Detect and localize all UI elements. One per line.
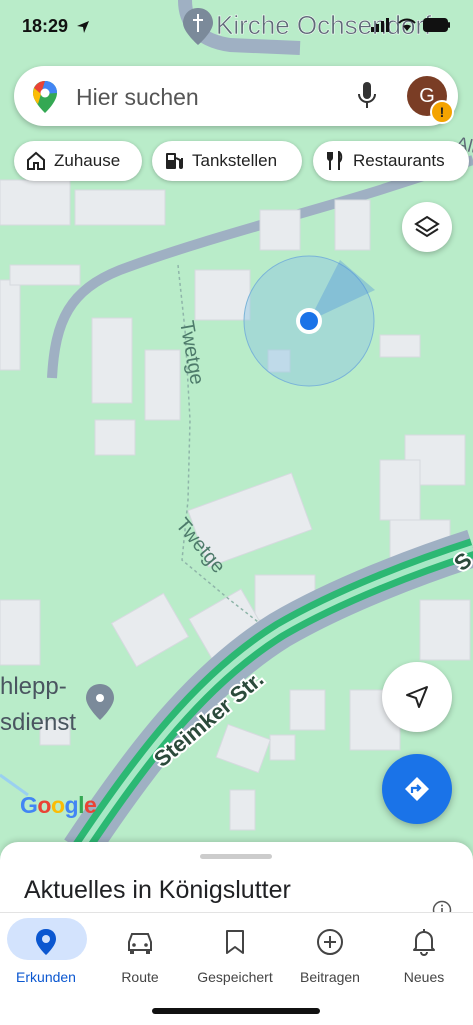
home-indicator[interactable] [152, 1008, 320, 1014]
bottom-sheet[interactable]: Aktuelles in Königslutter [0, 842, 473, 922]
tab-label: Erkunden [16, 969, 76, 985]
home-icon [27, 151, 45, 170]
google-logo: Google [20, 792, 97, 818]
my-location-button[interactable] [382, 662, 452, 732]
location-arrow-icon [77, 21, 89, 33]
chip-label: Zuhause [54, 151, 121, 170]
location-pin-icon [36, 929, 56, 955]
warning-badge: ! [430, 100, 454, 124]
sheet-title: Aktuelles in Königslutter [24, 876, 291, 904]
add-circle-icon [317, 929, 343, 955]
tab-label: Gespeichert [197, 969, 273, 985]
battery-icon [423, 18, 450, 32]
search-bar[interactable]: Hier suchen G ! [14, 66, 458, 126]
car-icon [128, 933, 152, 954]
status-bar: 18:29 [0, 0, 473, 56]
maps-pin-logo-icon [33, 81, 57, 113]
search-input[interactable]: Hier suchen [76, 84, 199, 111]
chip-restaurants[interactable]: Restaurants [313, 141, 469, 181]
sheet-handle[interactable] [200, 854, 272, 859]
chip-tankstellen[interactable]: Tankstellen [152, 141, 302, 181]
chip-label: Restaurants [353, 151, 445, 170]
poi-label-line1: hlepp- [0, 673, 67, 700]
restaurant-icon [327, 151, 343, 170]
bell-icon [413, 929, 435, 956]
tab-neues[interactable]: Neues [379, 921, 469, 985]
microphone-icon[interactable] [357, 81, 377, 111]
navigation-arrow-icon [406, 686, 428, 708]
tab-label: Neues [403, 969, 445, 985]
directions-icon [405, 777, 429, 801]
poi-label-line2: sdienst [0, 709, 76, 736]
chip-label: Tankstellen [192, 151, 278, 170]
tab-gespeichert[interactable]: Gespeichert [190, 921, 280, 985]
bookmark-icon [226, 930, 244, 954]
tab-label: Route [121, 969, 159, 985]
layers-icon [414, 215, 440, 238]
layers-button[interactable] [402, 202, 452, 252]
tab-route[interactable]: Route [95, 921, 185, 985]
directions-button[interactable] [382, 754, 452, 824]
tab-erkunden[interactable]: Erkunden [1, 921, 91, 985]
tab-label: Beitragen [300, 969, 360, 985]
wifi-icon [398, 18, 416, 31]
status-time: 18:29 [22, 16, 69, 36]
gas-station-icon [166, 153, 183, 169]
chip-zuhause[interactable]: Zuhause [14, 141, 142, 181]
signal-icon [371, 18, 389, 32]
tab-beitragen[interactable]: Beitragen [285, 921, 375, 985]
